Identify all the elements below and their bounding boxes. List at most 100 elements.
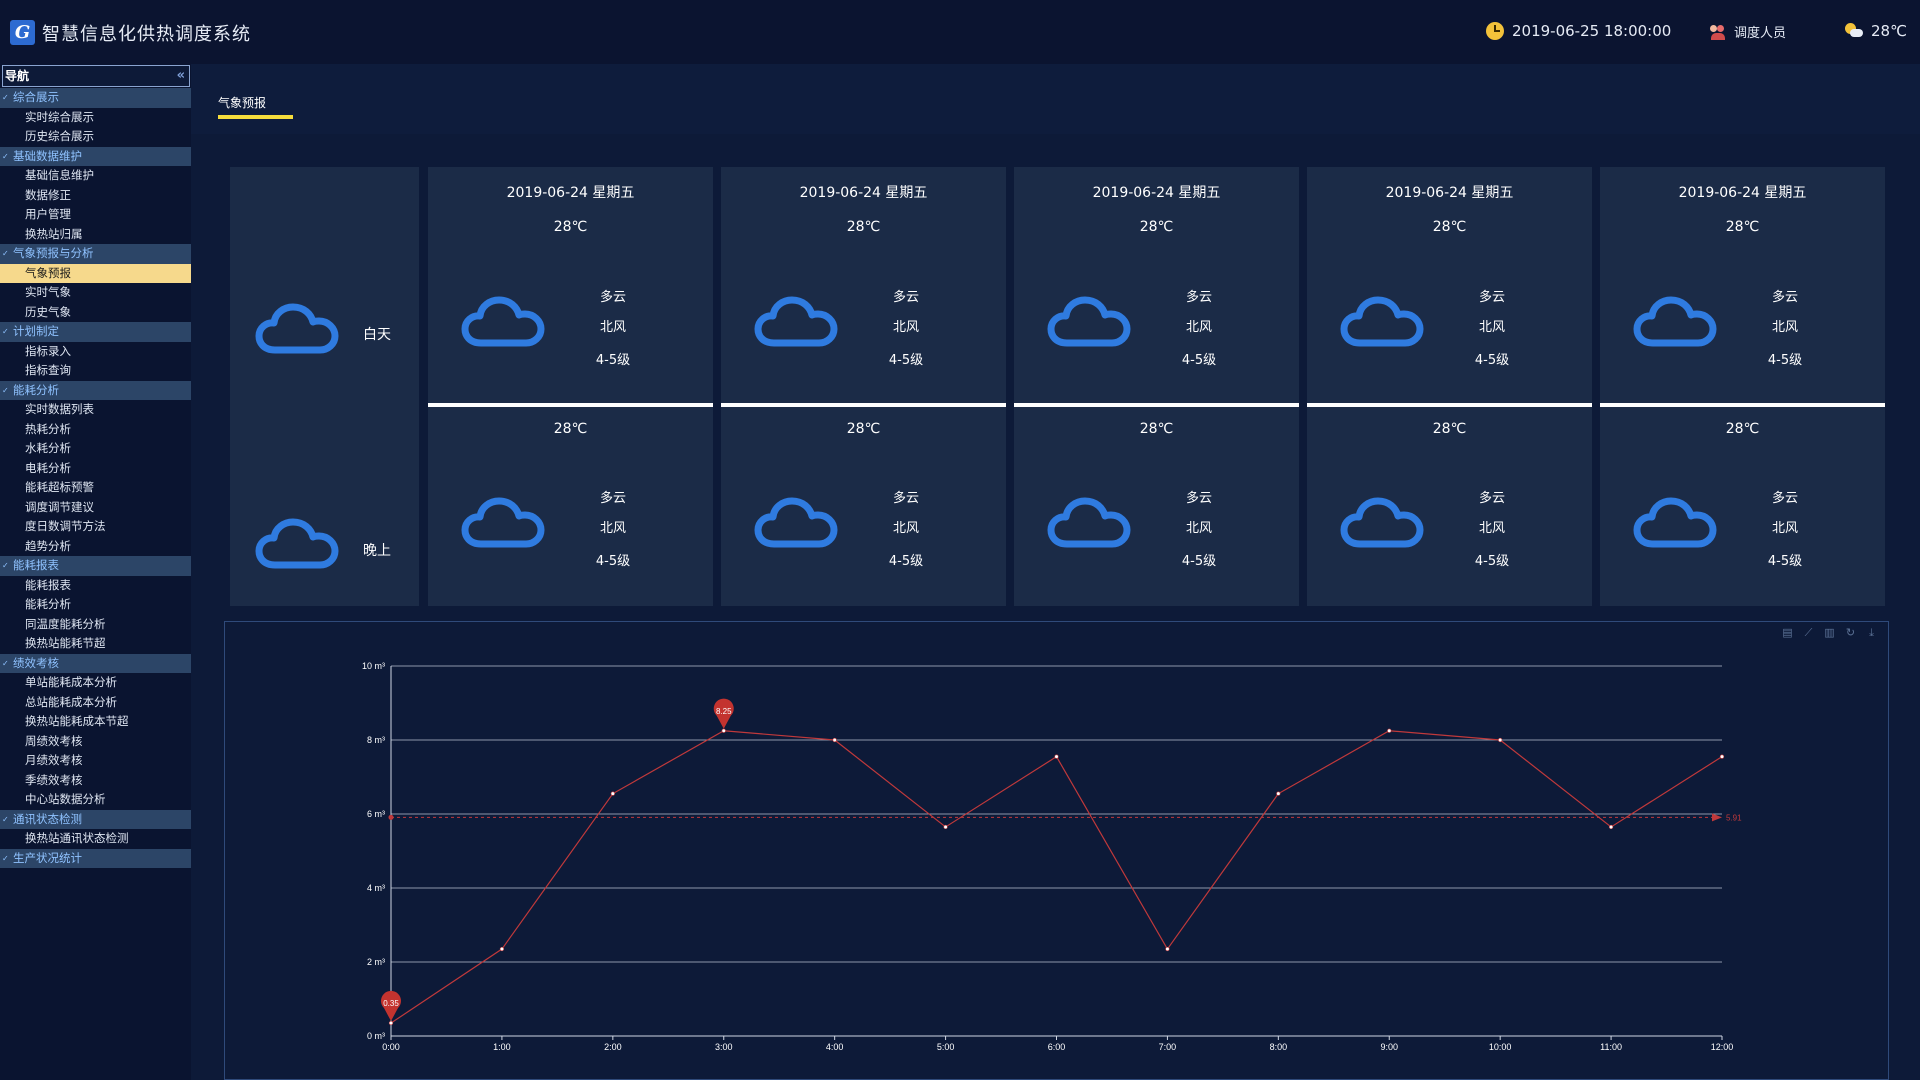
nav-item[interactable]: 趋势分析 <box>0 537 191 557</box>
nav-group[interactable]: 气象预报与分析 <box>0 244 191 264</box>
forecast-date: 2019-06-24 星期五 <box>1678 185 1807 201</box>
data-point <box>1165 946 1170 952</box>
x-tick-label: 10:00 <box>1489 1042 1512 1052</box>
nav-item[interactable]: 换热站通讯状态检测 <box>0 829 191 849</box>
cloud-icon <box>1340 296 1424 347</box>
nav-item[interactable]: 周绩效考核 <box>0 732 191 752</box>
data-point <box>610 791 615 796</box>
data-point <box>832 737 837 743</box>
day-condition: 多云 <box>1185 290 1212 305</box>
nav-item[interactable]: 实时综合展示 <box>0 108 191 128</box>
line-chart: 0 m³ 2 m³ 4 m³ 6 m³ 8 m³ 10 m³ 0:00 1:00 2:00 3:0… <box>362 661 1742 1052</box>
user-info[interactable]: 调度人员 <box>1710 22 1786 41</box>
x-tick-label: 8:00 <box>1270 1042 1288 1052</box>
nav-item[interactable]: 实时气象 <box>0 283 191 303</box>
nav-list: 综合展示实时综合展示历史综合展示基础数据维护基础信息维护数据修正用户管理换热站归… <box>0 88 191 868</box>
clock-icon <box>1486 22 1504 40</box>
nav-item[interactable]: 用户管理 <box>0 205 191 225</box>
forecast-date: 2019-06-24 星期五 <box>1385 185 1514 201</box>
night-wind-level: 4-5级 <box>1767 554 1803 569</box>
day-condition: 多云 <box>892 290 919 305</box>
nav-item[interactable]: 换热站归属 <box>0 225 191 245</box>
nav-item[interactable]: 单站能耗成本分析 <box>0 673 191 693</box>
night-temperature: 28℃ <box>553 421 588 437</box>
night-temperature: 28℃ <box>1139 421 1174 437</box>
night-wind-direction: 北风 <box>1771 521 1798 536</box>
nav-group[interactable]: 绩效考核 <box>0 653 191 673</box>
data-point <box>499 946 505 952</box>
nav-item[interactable]: 中心站数据分析 <box>0 790 191 810</box>
forecast-day-card: 2019-06-24 星期五 28℃ 多云 北风 4-5级 28℃ 多云 北风 4-5级 <box>1307 167 1592 606</box>
nav-item[interactable]: 基础信息维护 <box>0 166 191 186</box>
data-point <box>1387 728 1392 733</box>
nav-item[interactable]: 换热站能耗成本节超 <box>0 712 191 732</box>
cloud-icon <box>1633 296 1717 347</box>
day-wind-level: 4-5级 <box>1181 353 1217 368</box>
nav-item[interactable]: 电耗分析 <box>0 459 191 479</box>
night-condition: 多云 <box>892 491 919 506</box>
forecast-date: 2019-06-24 星期五 <box>506 185 635 201</box>
night-wind-level: 4-5级 <box>1181 554 1217 569</box>
logo-letter: G <box>14 22 31 43</box>
night-temperature: 28℃ <box>846 421 881 437</box>
nav-item[interactable]: 历史气象 <box>0 303 191 323</box>
x-tick-label: 2:00 <box>604 1042 622 1052</box>
nav-item[interactable]: 气象预报 <box>0 263 191 283</box>
series-line <box>390 730 1723 1024</box>
nav-item[interactable]: 数据修正 <box>0 186 191 206</box>
nav-title: 导航 <box>5 69 30 83</box>
nav-item[interactable]: 月绩效考核 <box>0 751 191 771</box>
forecast-day-card: 2019-06-24 星期五 28℃ 多云 北风 4-5级 28℃ 多云 北风 4-5级 <box>428 167 713 606</box>
x-tick-label: 5:00 <box>937 1042 955 1052</box>
nav-item[interactable]: 实时数据列表 <box>0 400 191 420</box>
data-point <box>943 824 948 830</box>
nav-group[interactable]: 通讯状态检测 <box>0 809 191 829</box>
y-tick-label: 0 m³ <box>367 1031 385 1041</box>
nav-group[interactable]: 计划制定 <box>0 322 191 342</box>
nav-item[interactable]: 指标录入 <box>0 342 191 362</box>
x-tick-label: 12:00 <box>1711 1042 1734 1052</box>
night-wind-direction: 北风 <box>892 521 919 536</box>
nav-group[interactable]: 综合展示 <box>0 88 191 108</box>
day-label: 白天 <box>363 327 391 343</box>
nav-item[interactable]: 总站能耗成本分析 <box>0 693 191 713</box>
nav-item[interactable]: 能耗报表 <box>0 576 191 596</box>
nav-item[interactable]: 能耗超标预警 <box>0 478 191 498</box>
nav-item[interactable]: 能耗分析 <box>0 595 191 615</box>
day-wind-direction: 北风 <box>1185 320 1212 335</box>
night-temperature: 28℃ <box>1432 421 1467 437</box>
nav-item[interactable]: 季绩效考核 <box>0 771 191 791</box>
nav-group[interactable]: 生产状况统计 <box>0 848 191 868</box>
day-temperature: 28℃ <box>1725 219 1760 235</box>
min-marker-label: 0.35 <box>383 999 399 1008</box>
day-night-divider <box>1014 403 1299 407</box>
nav-item[interactable]: 同温度能耗分析 <box>0 615 191 635</box>
nav-group[interactable]: 能耗报表 <box>0 556 191 576</box>
nav-item[interactable]: 指标查询 <box>0 361 191 381</box>
night-wind-direction: 北风 <box>1185 521 1212 536</box>
cloud-icon <box>1047 296 1131 347</box>
partly-cloudy-icon <box>1845 23 1863 39</box>
tab-bar: 气象预报 <box>191 64 1920 134</box>
data-point <box>1608 824 1614 830</box>
cloud-icon <box>754 296 838 347</box>
forecast-date: 2019-06-24 星期五 <box>799 185 928 201</box>
nav-item[interactable]: 水耗分析 <box>0 439 191 459</box>
x-tick-label: 4:00 <box>826 1042 844 1052</box>
nav-item[interactable]: 热耗分析 <box>0 420 191 440</box>
day-temperature: 28℃ <box>1139 219 1174 235</box>
data-point <box>1498 737 1503 743</box>
cloud-icon <box>1340 497 1424 548</box>
night-condition: 多云 <box>1185 491 1212 506</box>
tab-weather-forecast[interactable]: 气象预报 <box>218 94 266 111</box>
header-temperature: 28℃ <box>1871 22 1907 40</box>
nav-group[interactable]: 能耗分析 <box>0 380 191 400</box>
active-tab-indicator <box>218 115 293 119</box>
nav-item[interactable]: 历史综合展示 <box>0 127 191 147</box>
nav-group[interactable]: 基础数据维护 <box>0 146 191 166</box>
nav-item[interactable]: 换热站能耗节超 <box>0 634 191 654</box>
nav-item[interactable]: 调度调节建议 <box>0 498 191 518</box>
y-tick-label: 10 m³ <box>362 661 385 671</box>
collapse-icon[interactable]: « <box>177 66 185 86</box>
nav-item[interactable]: 度日数调节方法 <box>0 517 191 537</box>
